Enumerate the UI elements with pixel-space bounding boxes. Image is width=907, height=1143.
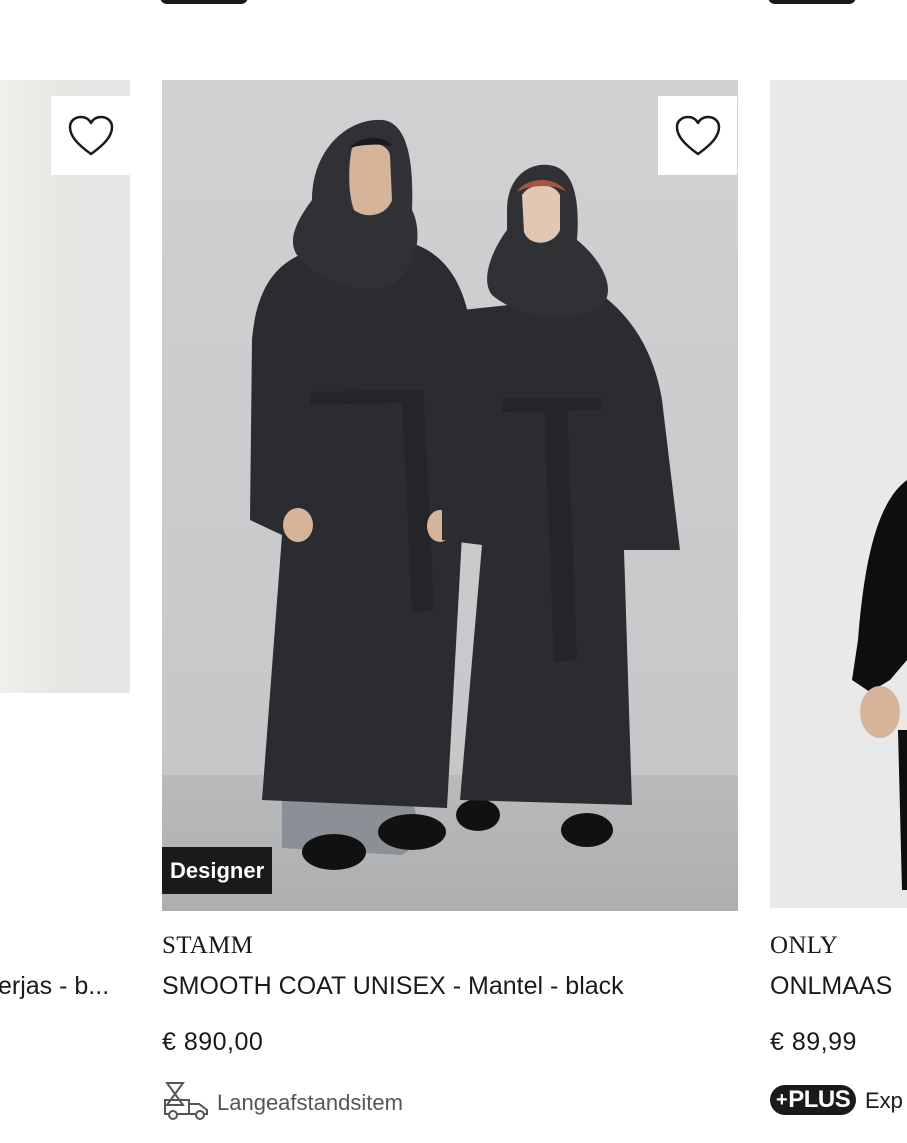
designer-badge: Designer <box>162 847 273 894</box>
product-name-right[interactable]: ONLMAAS <box>770 972 892 1001</box>
product-name-center[interactable]: SMOOTH COAT UNISEX - Mantel - black <box>162 972 624 1001</box>
product-brand-right[interactable]: ONLY <box>770 932 838 960</box>
wishlist-button-center[interactable] <box>658 96 737 175</box>
product-photo-model-right <box>852 480 907 890</box>
shipping-label: Langeafstandsitem <box>217 1090 403 1115</box>
product-photo-models <box>250 119 680 870</box>
product-image-right[interactable] <box>770 80 907 908</box>
delivery-text: Exp <box>865 1088 903 1113</box>
product-name-left[interactable]: erjas - b... <box>0 972 109 1001</box>
previous-row-badge <box>768 0 856 4</box>
product-brand-center[interactable]: STAMM <box>162 932 253 960</box>
heart-outline-icon <box>675 115 720 155</box>
plus-badge: + PLUS <box>770 1085 857 1115</box>
product-image-center[interactable] <box>162 80 738 911</box>
product-price-right: € 89,99 <box>770 1028 857 1056</box>
previous-row-badge <box>160 0 248 4</box>
heart-outline-icon <box>68 115 113 155</box>
wishlist-button-left[interactable] <box>51 96 130 175</box>
truck-icon <box>164 1082 208 1120</box>
product-price-center: € 890,00 <box>162 1028 264 1056</box>
